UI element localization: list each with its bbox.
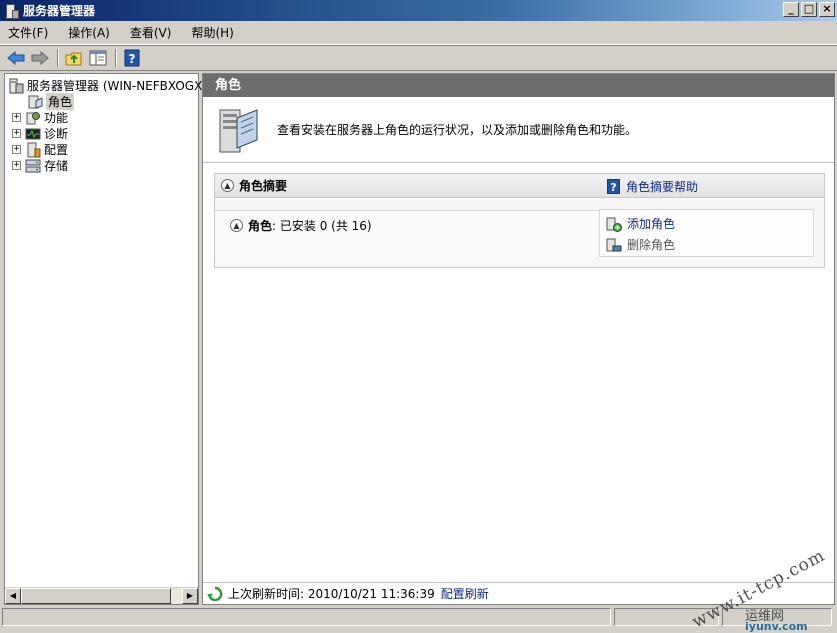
forward-arrow-icon — [31, 51, 49, 65]
refresh-icon — [207, 586, 223, 601]
server-manager-icon — [4, 3, 19, 19]
window-controls: _ □ × — [783, 2, 835, 17]
help-button[interactable]: ? — [121, 48, 143, 68]
roles-icon — [28, 95, 43, 109]
tree-root[interactable]: 服务器管理器 (WIN-NEFBXOGXNJ — [8, 77, 215, 94]
roles-summary-section: ▲ 角色摘要 ? 角色摘要帮助 ▲ 角色 : 已安装 0 (共 16) 添加角色… — [214, 173, 825, 268]
tree-item-features[interactable]: + 功能 — [12, 109, 68, 126]
server-roles-icon — [219, 108, 258, 152]
status-cell-main — [2, 607, 612, 626]
tree-item-label: 功能 — [44, 111, 69, 125]
menu-bar: 文件(F) 操作(A) 查看(V) 帮助(H) — [0, 21, 837, 45]
status-cell-3 — [722, 607, 832, 626]
scroll-right-icon[interactable]: ▶ — [182, 588, 198, 604]
scroll-thumb[interactable] — [21, 588, 171, 604]
page-description: 查看安装在服务器上角色的运行状况，以及添加或删除角色和功能。 — [277, 123, 638, 137]
status-cell-2 — [614, 607, 720, 626]
roles-installed-count: : 已安装 0 (共 16) — [272, 219, 372, 233]
title-bar: 服务器管理器 _ □ × — [0, 0, 837, 21]
tree-item-configuration[interactable]: + 配置 — [12, 141, 68, 158]
menu-help[interactable]: 帮助(H) — [189, 22, 235, 43]
minimize-button[interactable]: _ — [783, 2, 799, 17]
roles-subsection: ▲ 角色 : 已安装 0 (共 16) — [215, 210, 599, 258]
remove-roles-icon — [606, 238, 622, 251]
toolbar-separator — [57, 49, 59, 67]
tree-root-label: 服务器管理器 (WIN-NEFBXOGXNJ — [27, 79, 215, 93]
tree-item-label: 存储 — [44, 159, 69, 173]
status-bar — [0, 606, 837, 627]
server-manager-icon — [9, 78, 24, 93]
close-button[interactable]: × — [819, 2, 835, 17]
help-icon: ? — [124, 49, 140, 67]
page-title: 角色 — [203, 74, 834, 97]
refresh-status-bar: 上次刷新时间: 2010/10/21 11:36:39 配置刷新 — [203, 582, 834, 604]
remove-roles-link[interactable]: 删除角色 — [606, 236, 675, 253]
scroll-left-icon[interactable]: ◀ — [5, 588, 21, 604]
menu-action[interactable]: 操作(A) — [66, 22, 112, 43]
tree-item-label: 配置 — [44, 143, 69, 157]
expand-icon[interactable]: + — [12, 113, 21, 122]
add-roles-link[interactable]: 添加角色 — [606, 215, 675, 232]
add-roles-label: 添加角色 — [627, 217, 676, 231]
features-icon — [26, 111, 40, 124]
expand-icon[interactable]: + — [12, 129, 21, 138]
actions-panel: 添加角色 删除角色 — [599, 209, 814, 257]
configuration-icon — [27, 142, 41, 157]
horizontal-scrollbar[interactable]: ◀ ▶ — [5, 587, 198, 604]
back-button[interactable] — [5, 48, 27, 68]
section-title: 角色摘要 — [239, 179, 288, 193]
storage-icon — [25, 159, 41, 172]
menu-view[interactable]: 查看(V) — [128, 22, 174, 43]
up-button[interactable] — [63, 48, 85, 68]
tree-item-label: 角色 — [46, 93, 75, 110]
details-pane: 角色 查看安装在服务器上角色的运行状况，以及添加或删除角色和功能。 ▲ 角色摘要… — [202, 73, 835, 605]
tree-item-storage[interactable]: + 存储 — [12, 157, 68, 174]
show-hide-tree-icon — [89, 50, 107, 66]
maximize-button[interactable]: □ — [801, 2, 817, 17]
expand-icon[interactable]: + — [12, 161, 21, 170]
remove-roles-label: 删除角色 — [627, 238, 676, 252]
expand-icon[interactable]: + — [12, 145, 21, 154]
tree-item-diagnostics[interactable]: + 诊断 — [12, 125, 68, 142]
section-header[interactable]: ▲ 角色摘要 ? 角色摘要帮助 — [215, 174, 824, 198]
roles-summary-help-link[interactable]: ? 角色摘要帮助 — [607, 178, 698, 195]
svg-text:?: ? — [129, 52, 136, 66]
roles-label: 角色 — [248, 219, 273, 233]
help-icon: ? — [607, 179, 620, 194]
toolbar-separator — [115, 49, 117, 67]
tree-item-roles[interactable]: 角色 — [27, 93, 75, 110]
diagnostics-icon — [25, 128, 41, 139]
configure-refresh-link[interactable]: 配置刷新 — [441, 585, 489, 602]
last-refresh-label: 上次刷新时间: 2010/10/21 11:36:39 — [228, 587, 435, 601]
roles-count-line: ▲ 角色 : 已安装 0 (共 16) — [230, 217, 372, 234]
help-link-label: 角色摘要帮助 — [626, 180, 699, 194]
tree-item-label: 诊断 — [44, 127, 69, 141]
add-roles-icon — [606, 217, 622, 232]
show-hide-tree-button[interactable] — [87, 48, 109, 68]
forward-button[interactable] — [29, 48, 51, 68]
navigation-tree: 服务器管理器 (WIN-NEFBXOGXNJ 角色 + 功能 + 诊断 + 配置 — [4, 73, 215, 605]
collapse-chevron-icon[interactable]: ▲ — [230, 219, 243, 232]
up-folder-icon — [65, 52, 82, 66]
window-title: 服务器管理器 — [23, 4, 96, 18]
back-arrow-icon — [7, 51, 25, 65]
description-band: 查看安装在服务器上角色的运行状况，以及添加或删除角色和功能。 — [203, 97, 834, 163]
menu-file[interactable]: 文件(F) — [6, 22, 50, 43]
collapse-chevron-icon[interactable]: ▲ — [221, 179, 234, 192]
toolbar: ? — [0, 45, 837, 71]
